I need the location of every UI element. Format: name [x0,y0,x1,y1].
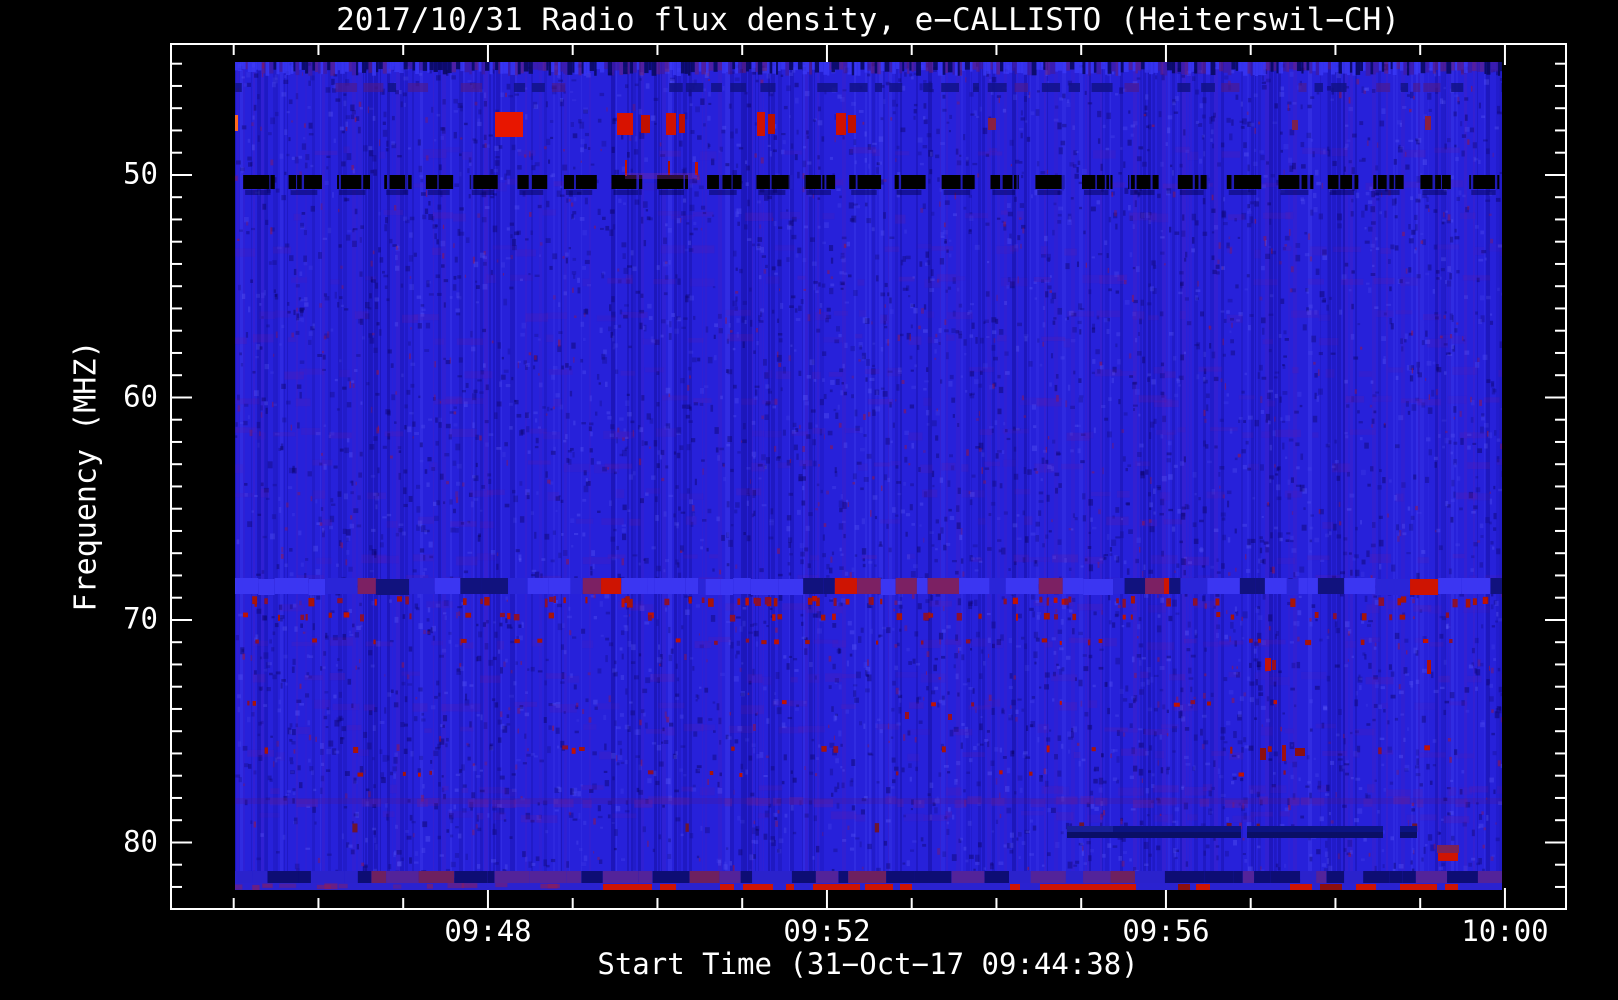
x-tick-label-0948: 09:48 [444,914,532,948]
x-tick-label-0952: 09:52 [783,914,871,948]
x-tick-label-1000: 10:00 [1461,914,1549,948]
y-tick-label-50: 50 [123,156,158,191]
y-tick-label-80: 80 [123,824,158,859]
spectrogram-page: 2017/10/31 Radio flux density, e−CALLIST… [0,0,1618,1000]
spectrogram-image [235,62,1502,890]
x-axis-title: Start Time (31−Oct−17 09:44:38) [597,947,1139,981]
x-tick-label-0956: 09:56 [1122,914,1210,948]
y-axis-title: Frequency (MHZ) [68,340,104,612]
